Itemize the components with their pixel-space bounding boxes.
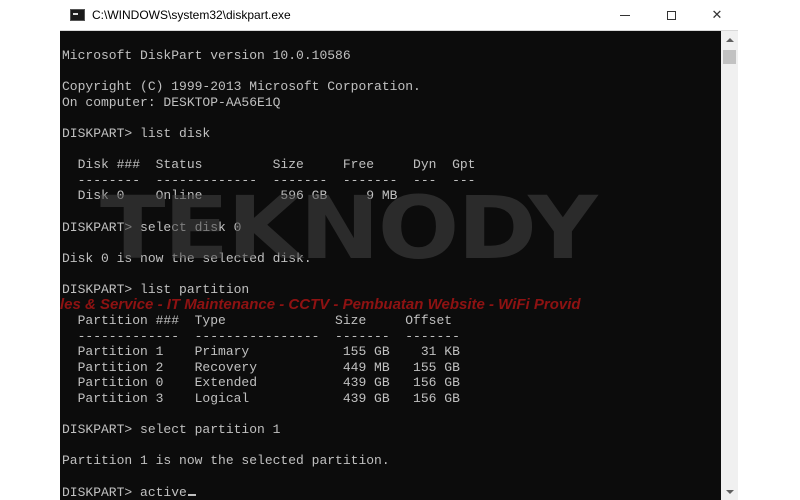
close-button[interactable]: ✕ xyxy=(694,0,738,30)
scroll-down-icon[interactable] xyxy=(721,483,738,500)
maximize-icon xyxy=(666,10,676,20)
scroll-thumb[interactable] xyxy=(723,50,736,64)
console-line: Partition 1 is now the selected partitio… xyxy=(62,453,390,469)
console-line: Partition 2 Recovery 449 MB 155 GB xyxy=(62,359,460,375)
console-line: DISKPART> select disk 0 xyxy=(62,219,242,235)
console-line: Partition ### Type Size Offset xyxy=(62,313,453,329)
console-line: Partition 3 Logical 439 GB 156 GB xyxy=(62,391,460,407)
console-app-icon xyxy=(70,9,85,21)
console-line: On computer: DESKTOP-AA56E1Q xyxy=(62,94,281,110)
console-line: DISKPART> list disk xyxy=(62,125,211,141)
text-cursor xyxy=(187,493,196,496)
console-line: DISKPART> select partition 1 xyxy=(62,422,281,438)
console-line: DISKPART> list partition xyxy=(62,281,250,297)
console-line: Microsoft DiskPart version 10.0.10586 xyxy=(62,48,351,63)
console-line: Partition 0 Extended 439 GB 156 GB xyxy=(62,375,460,391)
console-line: Partition 1 Primary 155 GB 31 KB xyxy=(62,344,460,360)
title-bar[interactable]: C:\WINDOWS\system32\diskpart.exe ✕ xyxy=(60,0,738,31)
console-window: C:\WINDOWS\system32\diskpart.exe ✕ Micro… xyxy=(60,0,738,500)
minimize-button[interactable] xyxy=(602,0,648,30)
vertical-scrollbar[interactable] xyxy=(721,31,738,500)
console-line: -------- ------------- ------- ------- -… xyxy=(62,172,476,188)
console-line: Disk 0 is now the selected disk. xyxy=(62,250,312,266)
console-output[interactable]: Microsoft DiskPart version 10.0.10586 Cop… xyxy=(60,31,721,500)
window-title: C:\WINDOWS\system32\diskpart.exe xyxy=(92,8,291,22)
minimize-icon xyxy=(620,14,630,16)
console-line: ------------- ---------------- ------- -… xyxy=(62,328,460,344)
console-line: DISKPART> active xyxy=(62,485,475,500)
maximize-button[interactable] xyxy=(648,0,694,30)
close-icon: ✕ xyxy=(711,7,723,23)
scroll-up-icon[interactable] xyxy=(721,31,738,48)
console-line: Copyright (C) 1999-2013 Microsoft Corpor… xyxy=(62,79,421,95)
console-line: Disk 0 Online 596 GB 9 MB xyxy=(62,188,398,204)
console-text: Microsoft DiskPart version 10.0.10586 Cop… xyxy=(62,48,475,500)
console-line: Disk ### Status Size Free Dyn Gpt xyxy=(62,157,476,173)
